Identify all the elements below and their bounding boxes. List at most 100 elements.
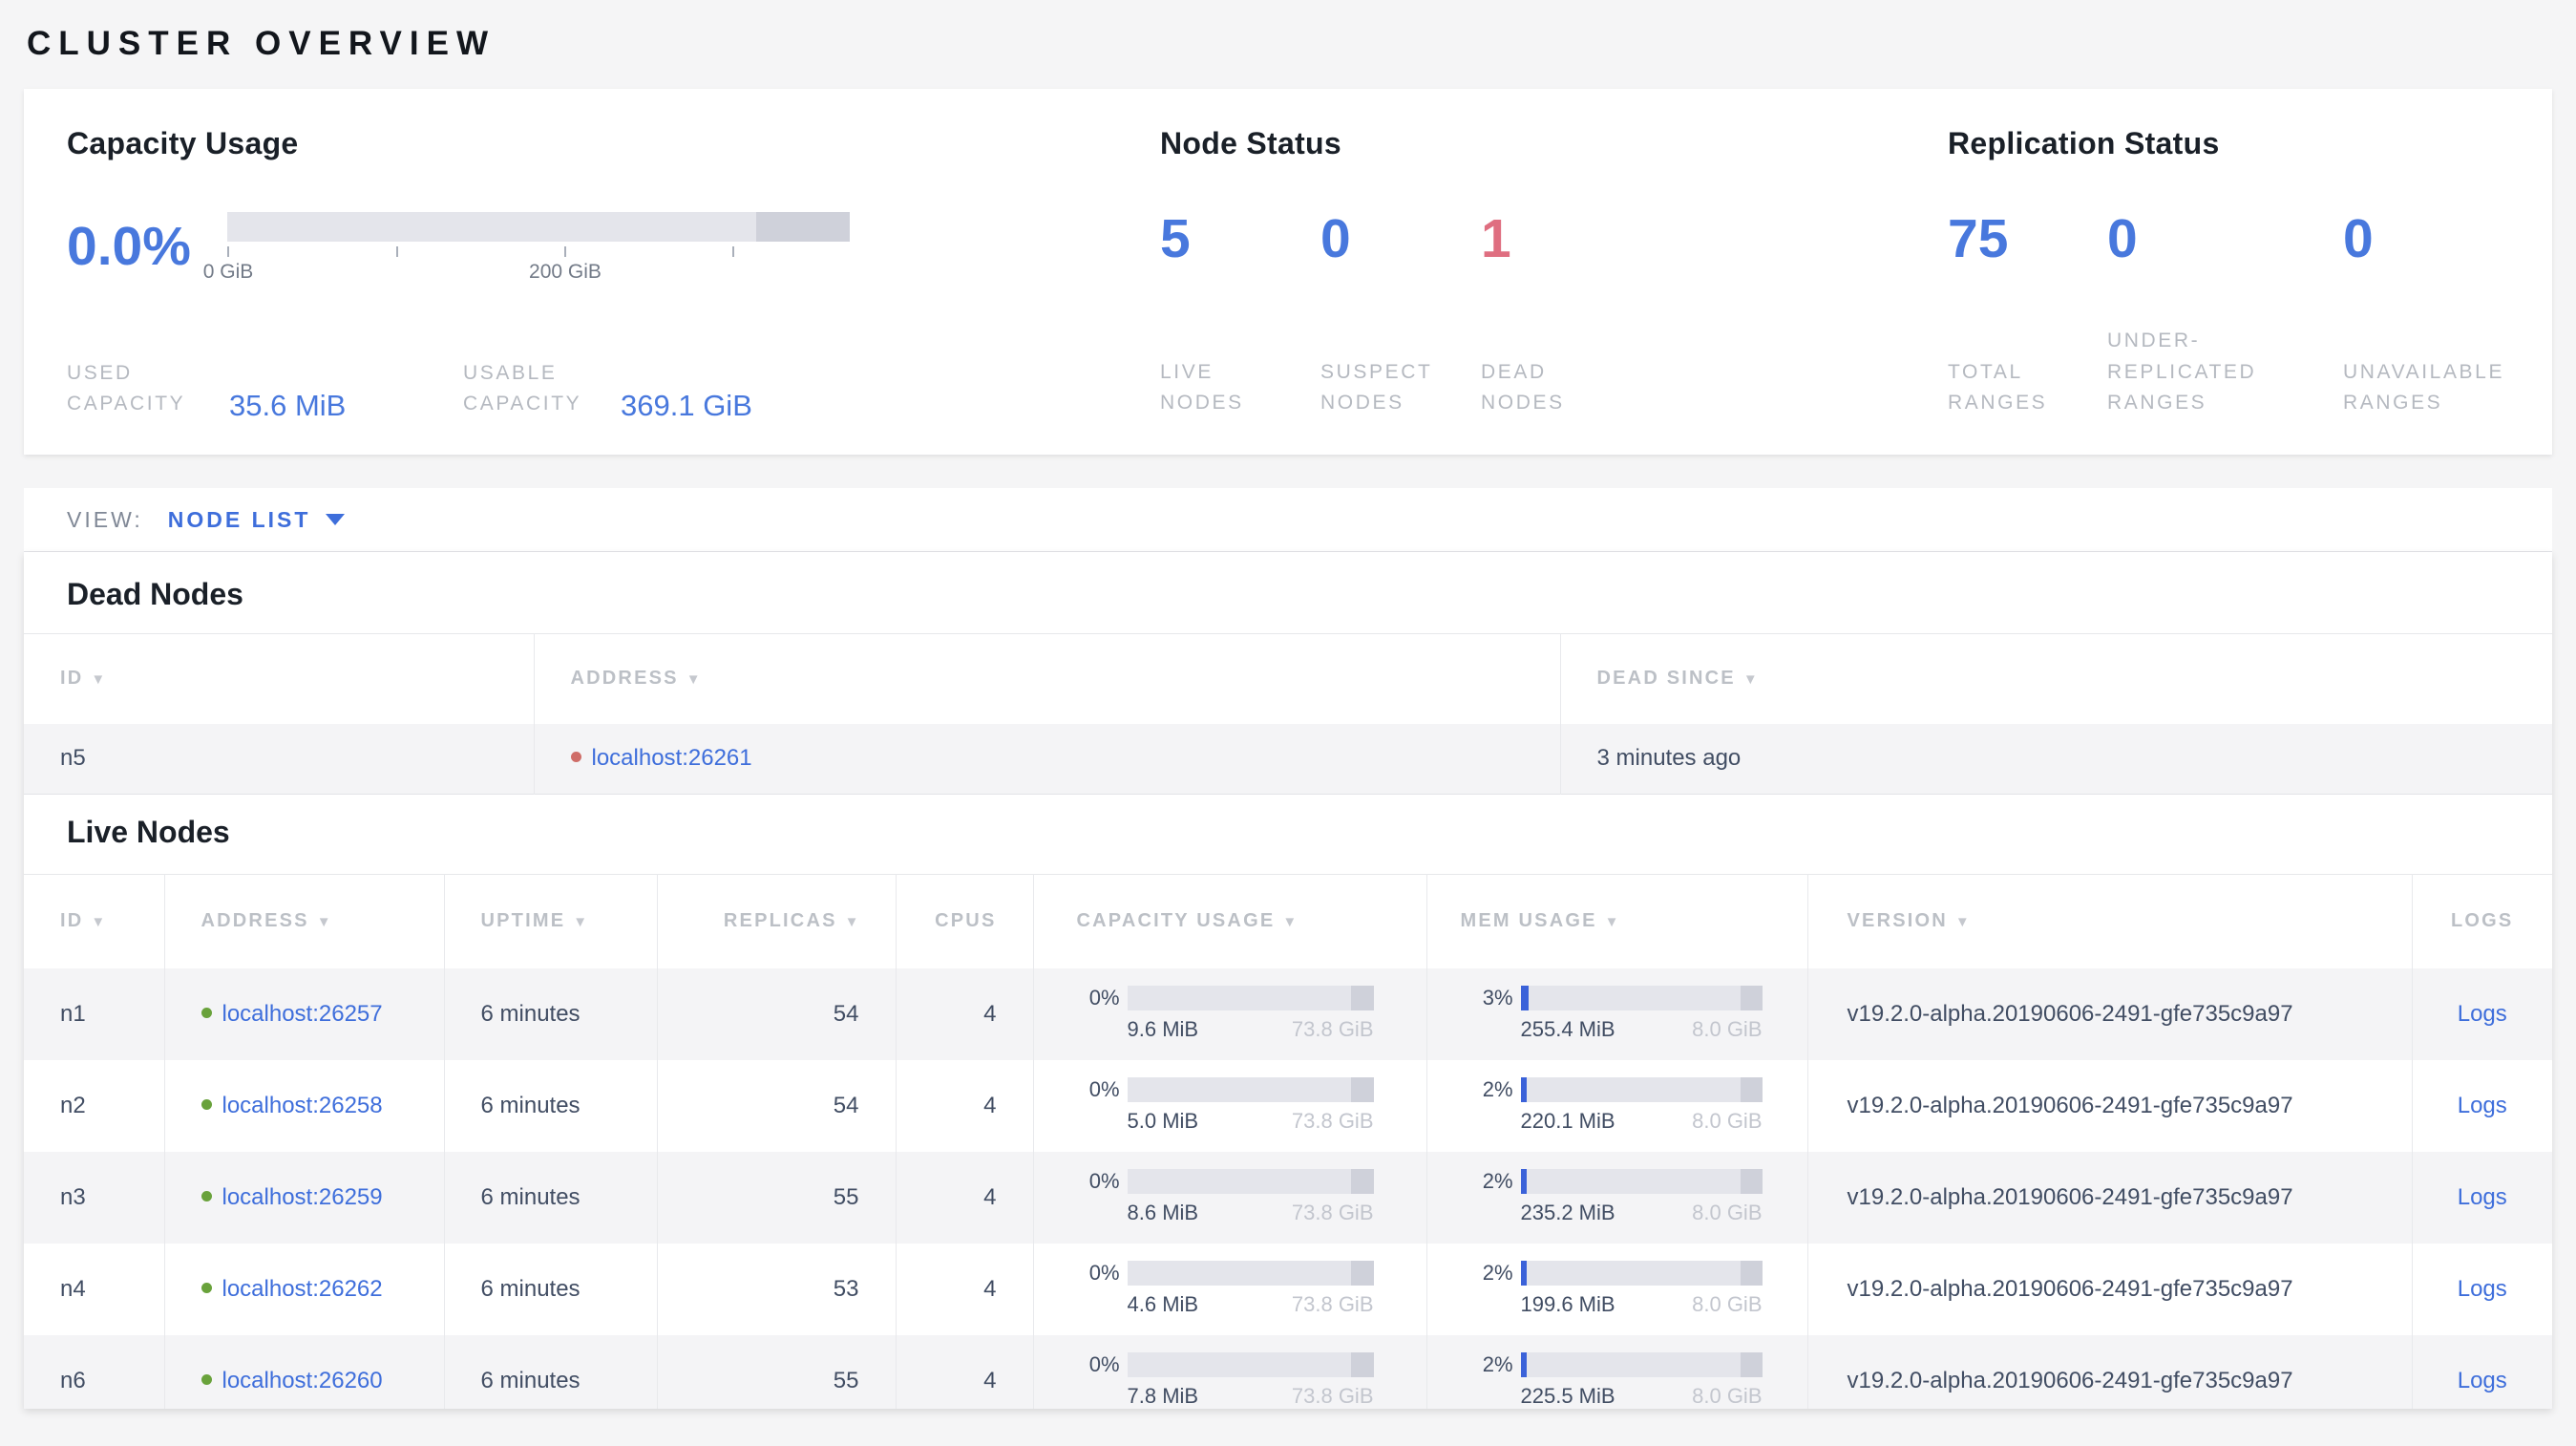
node-capacity-usage-cell: 0% 8.6 MiB 73.8 GiB bbox=[1032, 1151, 1426, 1244]
unavailable-ranges-count: 0 bbox=[2343, 208, 2374, 269]
node-status-section: Node Status 5 LIVE NODES 0 SUSPECT NODES bbox=[1160, 123, 1948, 420]
dropdown-caret-icon[interactable] bbox=[326, 514, 346, 525]
dead-col-header-address[interactable]: ADDRESS ▼ bbox=[533, 633, 1560, 724]
live-node-row: n6 localhost:26260 6 minutes 55 4 0% 7.8… bbox=[24, 1334, 2552, 1409]
live-col-header-mem-usage[interactable]: MEM USAGE ▼ bbox=[1425, 874, 1807, 968]
suspect-nodes-label: SUSPECT NODES bbox=[1320, 360, 1433, 415]
logs-link[interactable]: Logs bbox=[2458, 1184, 2507, 1210]
live-col-header-capacity-usage[interactable]: CAPACITY USAGE ▼ bbox=[1032, 874, 1426, 968]
live-nodes-table: ID ▼ ADDRESS ▼ UPTIME ▼ REPLICAS ▼ CPUS CAPA… bbox=[24, 874, 2552, 1409]
node-replicas: 55 bbox=[656, 1334, 896, 1409]
nodes-card: Dead Nodes ID ▼ ADDRESS ▼ DEAD SINCE ▼ n5 l… bbox=[24, 552, 2552, 1409]
mem-total: 8.0 GiB bbox=[1692, 1109, 1763, 1133]
node-uptime: 6 minutes bbox=[443, 1334, 657, 1409]
used-capacity-value: 35.6 MiB bbox=[229, 389, 347, 422]
node-uptime: 6 minutes bbox=[443, 1243, 657, 1335]
node-address-link[interactable]: localhost:26260 bbox=[222, 1368, 383, 1393]
live-col-header-id[interactable]: ID ▼ bbox=[24, 874, 164, 968]
live-col-header-version[interactable]: VERSION ▼ bbox=[1806, 874, 2412, 968]
live-status-dot bbox=[201, 1282, 212, 1293]
dead-nodes-table: ID ▼ ADDRESS ▼ DEAD SINCE ▼ n5 localhost:26… bbox=[24, 633, 2552, 795]
mem-percent: 2% bbox=[1482, 1077, 1513, 1101]
node-replicas: 53 bbox=[656, 1243, 896, 1335]
node-replicas: 54 bbox=[656, 1059, 896, 1152]
mem-bar bbox=[1520, 986, 1763, 1010]
node-address-link[interactable]: localhost:26259 bbox=[222, 1184, 383, 1210]
mem-bar bbox=[1520, 1261, 1763, 1286]
logs-link[interactable]: Logs bbox=[2458, 1001, 2507, 1027]
node-capacity-usage-cell: 0% 5.0 MiB 73.8 GiB bbox=[1032, 1059, 1426, 1152]
dead-node-address-link[interactable]: localhost:26261 bbox=[592, 745, 752, 771]
node-address-link[interactable]: localhost:26262 bbox=[222, 1276, 383, 1302]
view-dropdown[interactable]: NODE LIST bbox=[168, 507, 311, 533]
logs-link[interactable]: Logs bbox=[2458, 1093, 2507, 1118]
node-address-link[interactable]: localhost:26258 bbox=[222, 1093, 383, 1118]
node-uptime: 6 minutes bbox=[443, 968, 657, 1060]
node-version: v19.2.0-alpha.20190606-2491-gfe735c9a97 bbox=[1806, 1243, 2412, 1335]
node-logs-cell: Logs bbox=[2411, 1151, 2552, 1244]
dead-col-header-id[interactable]: ID ▼ bbox=[24, 633, 534, 724]
live-col-header-address[interactable]: ADDRESS ▼ bbox=[163, 874, 444, 968]
axis-tick bbox=[227, 246, 229, 257]
logs-link[interactable]: Logs bbox=[2458, 1276, 2507, 1302]
node-id: n2 bbox=[24, 1059, 164, 1152]
sort-desc-icon: ▼ bbox=[686, 671, 701, 689]
dead-node-row: n5 localhost:26261 3 minutes ago bbox=[24, 723, 2552, 795]
mem-bar bbox=[1520, 1169, 1763, 1194]
node-address-cell: localhost:26260 bbox=[163, 1334, 444, 1409]
capacity-bar bbox=[1127, 986, 1374, 1010]
used-capacity-stat: USED CAPACITY 35.6 MiB bbox=[67, 358, 463, 422]
capacity-total: 73.8 GiB bbox=[1291, 1384, 1374, 1408]
node-mem-usage-cell: 3% 255.4 MiB 8.0 GiB bbox=[1425, 968, 1807, 1060]
mem-used: 199.6 MiB bbox=[1520, 1292, 1615, 1316]
node-logs-cell: Logs bbox=[2411, 1059, 2552, 1152]
live-col-header-uptime[interactable]: UPTIME ▼ bbox=[443, 874, 657, 968]
axis-tick bbox=[564, 246, 566, 257]
sort-desc-icon: ▼ bbox=[91, 671, 106, 689]
node-address-link[interactable]: localhost:26257 bbox=[222, 1001, 383, 1027]
node-logs-cell: Logs bbox=[2411, 968, 2552, 1060]
node-version: v19.2.0-alpha.20190606-2491-gfe735c9a97 bbox=[1806, 1059, 2412, 1152]
unavailable-ranges-stat: 0 UNAVAILABLE RANGES bbox=[2343, 164, 2504, 420]
sort-desc-icon: ▼ bbox=[573, 914, 588, 931]
capacity-gauge: 0.0% 0 GiB 200 GiB bbox=[67, 212, 1160, 283]
mem-percent: 2% bbox=[1482, 1352, 1513, 1376]
logs-link[interactable]: Logs bbox=[2458, 1368, 2507, 1393]
total-ranges-count: 75 bbox=[1948, 208, 2009, 269]
under-replicated-ranges-label: UNDER- REPLICATED RANGES bbox=[2107, 330, 2257, 415]
sort-desc-icon: ▼ bbox=[844, 914, 859, 931]
live-col-header-replicas[interactable]: REPLICAS ▼ bbox=[656, 874, 896, 968]
live-nodes-heading: Live Nodes bbox=[67, 815, 230, 849]
mem-percent: 2% bbox=[1482, 1261, 1513, 1285]
dead-col-header-dead-since[interactable]: DEAD SINCE ▼ bbox=[1559, 633, 2552, 724]
node-version: v19.2.0-alpha.20190606-2491-gfe735c9a97 bbox=[1806, 1334, 2412, 1409]
live-node-row: n2 localhost:26258 6 minutes 54 4 0% 5.0… bbox=[24, 1059, 2552, 1152]
node-capacity-usage-cell: 0% 4.6 MiB 73.8 GiB bbox=[1032, 1243, 1426, 1335]
capacity-total: 73.8 GiB bbox=[1291, 1017, 1374, 1041]
mem-used: 220.1 MiB bbox=[1520, 1109, 1615, 1133]
dead-status-dot bbox=[570, 752, 581, 763]
node-cpus: 4 bbox=[895, 1059, 1033, 1152]
axis-tick bbox=[732, 246, 734, 257]
mem-total: 8.0 GiB bbox=[1692, 1292, 1763, 1316]
capacity-usage-heading: Capacity Usage bbox=[67, 126, 299, 160]
node-status-stats: 5 LIVE NODES 0 SUSPECT NODES 1 DEAD NODE… bbox=[1160, 164, 1948, 420]
node-mem-usage-cell: 2% 199.6 MiB 8.0 GiB bbox=[1425, 1243, 1807, 1335]
sort-desc-icon: ▼ bbox=[1954, 914, 1970, 931]
live-node-row: n4 localhost:26262 6 minutes 53 4 0% 4.6… bbox=[24, 1243, 2552, 1335]
mem-percent: 2% bbox=[1482, 1169, 1513, 1193]
capacity-bar bbox=[1127, 1261, 1374, 1286]
used-capacity-label: USED CAPACITY bbox=[67, 361, 186, 415]
mem-used: 255.4 MiB bbox=[1520, 1017, 1615, 1041]
capacity-total: 73.8 GiB bbox=[1291, 1292, 1374, 1316]
sort-desc-icon: ▼ bbox=[1742, 671, 1758, 689]
suspect-nodes-stat: 0 SUSPECT NODES bbox=[1320, 164, 1481, 420]
page-title: CLUSTER OVERVIEW bbox=[27, 25, 496, 62]
node-version: v19.2.0-alpha.20190606-2491-gfe735c9a97 bbox=[1806, 968, 2412, 1060]
mem-total: 8.0 GiB bbox=[1692, 1201, 1763, 1224]
live-nodes-label: LIVE NODES bbox=[1160, 360, 1244, 415]
capacity-gauge-nonusable-segment bbox=[756, 212, 850, 242]
capacity-used: 9.6 MiB bbox=[1127, 1017, 1199, 1041]
capacity-used: 4.6 MiB bbox=[1127, 1292, 1199, 1316]
mem-used: 235.2 MiB bbox=[1520, 1201, 1615, 1224]
